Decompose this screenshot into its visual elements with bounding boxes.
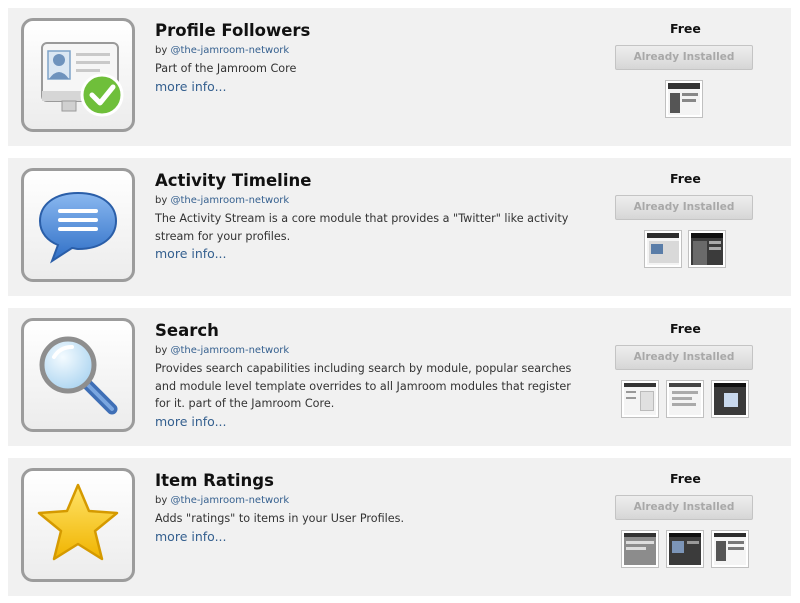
author-link[interactable]: @the-jamroom-network xyxy=(170,195,289,206)
module-icon-frame[interactable] xyxy=(21,18,135,132)
module-card-profile-followers: Profile Followers by @the-jamroom-networ… xyxy=(8,8,791,146)
already-installed-button[interactable]: Already Installed xyxy=(615,345,753,370)
module-description: The Activity Stream is a core module tha… xyxy=(155,210,585,262)
more-info-link[interactable]: more info... xyxy=(155,528,585,545)
module-title: Item Ratings xyxy=(155,471,274,490)
more-info-link[interactable]: more info... xyxy=(155,413,585,430)
module-icon-frame[interactable] xyxy=(21,468,135,582)
screenshot-thumbnail[interactable] xyxy=(621,380,659,418)
by-label: by xyxy=(155,195,168,206)
description-text: The Activity Stream is a core module tha… xyxy=(155,212,569,243)
module-author: by @the-jamroom-network xyxy=(155,345,289,356)
module-author: by @the-jamroom-network xyxy=(155,495,289,506)
author-link[interactable]: @the-jamroom-network xyxy=(170,345,289,356)
star-icon xyxy=(37,483,119,561)
author-link[interactable]: @the-jamroom-network xyxy=(170,45,289,56)
price-label: Free xyxy=(670,321,701,336)
by-label: by xyxy=(155,495,168,506)
module-description: Adds "ratings" to items in your User Pro… xyxy=(155,510,585,545)
module-title: Profile Followers xyxy=(155,21,311,40)
price-label: Free xyxy=(670,21,701,36)
description-text: Part of the Jamroom Core xyxy=(155,62,297,75)
module-author: by @the-jamroom-network xyxy=(155,195,289,206)
screenshot-thumbnail[interactable] xyxy=(666,380,704,418)
profile-followers-icon xyxy=(41,42,124,117)
by-label: by xyxy=(155,345,168,356)
screenshot-thumbnail[interactable] xyxy=(711,380,749,418)
module-card-item-ratings: Item Ratings by @the-jamroom-network Add… xyxy=(8,458,791,596)
module-icon-frame[interactable] xyxy=(21,168,135,282)
speech-bubble-icon xyxy=(38,191,118,264)
module-description: Part of the Jamroom Core more info... xyxy=(155,60,585,95)
already-installed-button[interactable]: Already Installed xyxy=(615,195,753,220)
more-info-link[interactable]: more info... xyxy=(155,245,585,262)
module-description: Provides search capabilities including s… xyxy=(155,360,585,430)
screenshot-thumbnail[interactable] xyxy=(665,80,703,118)
price-label: Free xyxy=(670,171,701,186)
module-card-activity-timeline: Activity Timeline by @the-jamroom-networ… xyxy=(8,158,791,296)
screenshot-thumbnail[interactable] xyxy=(711,530,749,568)
price-label: Free xyxy=(670,471,701,486)
more-info-link[interactable]: more info... xyxy=(155,78,585,95)
module-title: Activity Timeline xyxy=(155,171,312,190)
screenshot-thumbnail[interactable] xyxy=(688,230,726,268)
magnifier-icon xyxy=(39,336,118,415)
author-link[interactable]: @the-jamroom-network xyxy=(170,495,289,506)
screenshot-thumbnail[interactable] xyxy=(666,530,704,568)
description-text: Adds "ratings" to items in your User Pro… xyxy=(155,512,405,525)
module-title: Search xyxy=(155,321,219,340)
module-icon-frame[interactable] xyxy=(21,318,135,432)
description-text: Provides search capabilities including s… xyxy=(155,362,572,410)
module-card-search: Search by @the-jamroom-network Provides … xyxy=(8,308,791,446)
by-label: by xyxy=(155,45,168,56)
screenshot-thumbnail[interactable] xyxy=(644,230,682,268)
already-installed-button[interactable]: Already Installed xyxy=(615,45,753,70)
already-installed-button[interactable]: Already Installed xyxy=(615,495,753,520)
module-author: by @the-jamroom-network xyxy=(155,45,289,56)
screenshot-thumbnail[interactable] xyxy=(621,530,659,568)
